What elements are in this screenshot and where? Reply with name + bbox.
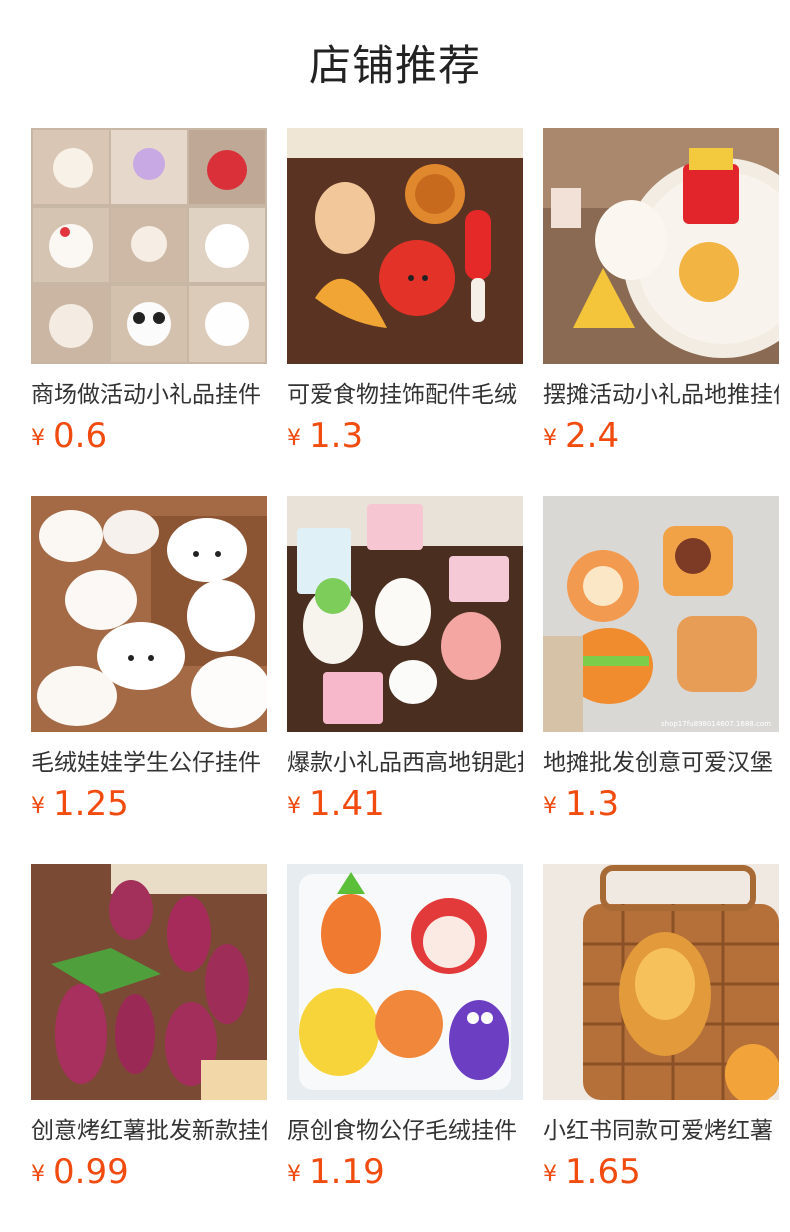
product-card[interactable]: 创意烤红薯批发新款挂件 ¥0.99	[31, 864, 267, 1194]
price-amount: 1.25	[53, 784, 129, 824]
cloud-plush-photo	[31, 496, 267, 732]
westie-plush-photo	[287, 496, 523, 732]
product-name[interactable]: 创意烤红薯批发新款挂件	[31, 1116, 267, 1146]
price-amount: 0.6	[53, 416, 108, 456]
currency-symbol: ¥	[31, 794, 45, 819]
product-price: ¥0.99	[31, 1152, 129, 1192]
burger-plush-photo: shop17fu898014607.1688.com	[543, 496, 779, 732]
product-name[interactable]: 原创食物公仔毛绒挂件	[287, 1116, 523, 1146]
price-amount: 1.65	[565, 1152, 641, 1192]
price-amount: 1.41	[309, 784, 385, 824]
currency-symbol: ¥	[287, 794, 301, 819]
currency-symbol: ¥	[543, 794, 557, 819]
section-title: 店铺推荐	[308, 41, 481, 90]
product-card[interactable]: 原创食物公仔毛绒挂件 ¥1.19	[287, 864, 523, 1194]
roasted-potato-plush-photo	[543, 864, 779, 1100]
fruit-plush-photo	[287, 864, 523, 1100]
product-name[interactable]: 可爱食物挂饰配件毛绒	[287, 380, 523, 410]
product-card[interactable]: 商场做活动小礼品挂件 ¥0.6	[31, 128, 267, 458]
product-price: ¥1.3	[543, 784, 619, 824]
product-image[interactable]	[287, 496, 523, 732]
product-name[interactable]: 爆款小礼品西高地钥匙扣	[287, 748, 523, 778]
product-image[interactable]	[543, 128, 779, 364]
sweet-potato-plush-photo	[31, 864, 267, 1100]
product-price: ¥1.41	[287, 784, 385, 824]
product-card[interactable]: 可爱食物挂饰配件毛绒 ¥1.3	[287, 128, 523, 458]
price-amount: 1.19	[309, 1152, 385, 1192]
product-image[interactable]	[287, 864, 523, 1100]
currency-symbol: ¥	[543, 1162, 557, 1187]
price-amount: 0.99	[53, 1152, 129, 1192]
product-card[interactable]: 爆款小礼品西高地钥匙扣 ¥1.41	[287, 496, 523, 826]
product-card[interactable]: 小红书同款可爱烤红薯 ¥1.65	[543, 864, 779, 1194]
product-name[interactable]: 地摊批发创意可爱汉堡	[543, 748, 779, 778]
keychain-grid-photo	[31, 128, 267, 364]
product-name[interactable]: 摆摊活动小礼品地推挂件	[543, 380, 779, 410]
product-price: ¥1.3	[287, 416, 363, 456]
currency-symbol: ¥	[543, 426, 557, 451]
product-card[interactable]: 毛绒娃娃学生公仔挂件 ¥1.25	[31, 496, 267, 826]
food-plush-photo	[287, 128, 523, 364]
snack-plush-photo	[543, 128, 779, 364]
product-price: ¥1.65	[543, 1152, 641, 1192]
product-name[interactable]: 毛绒娃娃学生公仔挂件	[31, 748, 267, 778]
currency-symbol: ¥	[31, 1162, 45, 1187]
currency-symbol: ¥	[287, 1162, 301, 1187]
product-card[interactable]: shop17fu898014607.1688.com 地摊批发创意可爱汉堡 ¥1…	[543, 496, 779, 826]
currency-symbol: ¥	[287, 426, 301, 451]
product-image[interactable]	[31, 496, 267, 732]
product-price: ¥1.19	[287, 1152, 385, 1192]
product-price: ¥0.6	[31, 416, 107, 456]
currency-symbol: ¥	[31, 426, 45, 451]
price-amount: 2.4	[565, 416, 620, 456]
product-name[interactable]: 商场做活动小礼品挂件	[31, 380, 267, 410]
price-amount: 1.3	[565, 784, 620, 824]
product-price: ¥1.25	[31, 784, 129, 824]
watermark: shop17fu898014607.1688.com	[661, 720, 771, 728]
product-image[interactable]: shop17fu898014607.1688.com	[543, 496, 779, 732]
product-image[interactable]	[543, 864, 779, 1100]
product-image[interactable]	[287, 128, 523, 364]
product-price: ¥2.4	[543, 416, 619, 456]
product-card[interactable]: 摆摊活动小礼品地推挂件 ¥2.4	[543, 128, 779, 458]
product-image[interactable]	[31, 864, 267, 1100]
product-image[interactable]	[31, 128, 267, 364]
product-name[interactable]: 小红书同款可爱烤红薯	[543, 1116, 779, 1146]
price-amount: 1.3	[309, 416, 364, 456]
